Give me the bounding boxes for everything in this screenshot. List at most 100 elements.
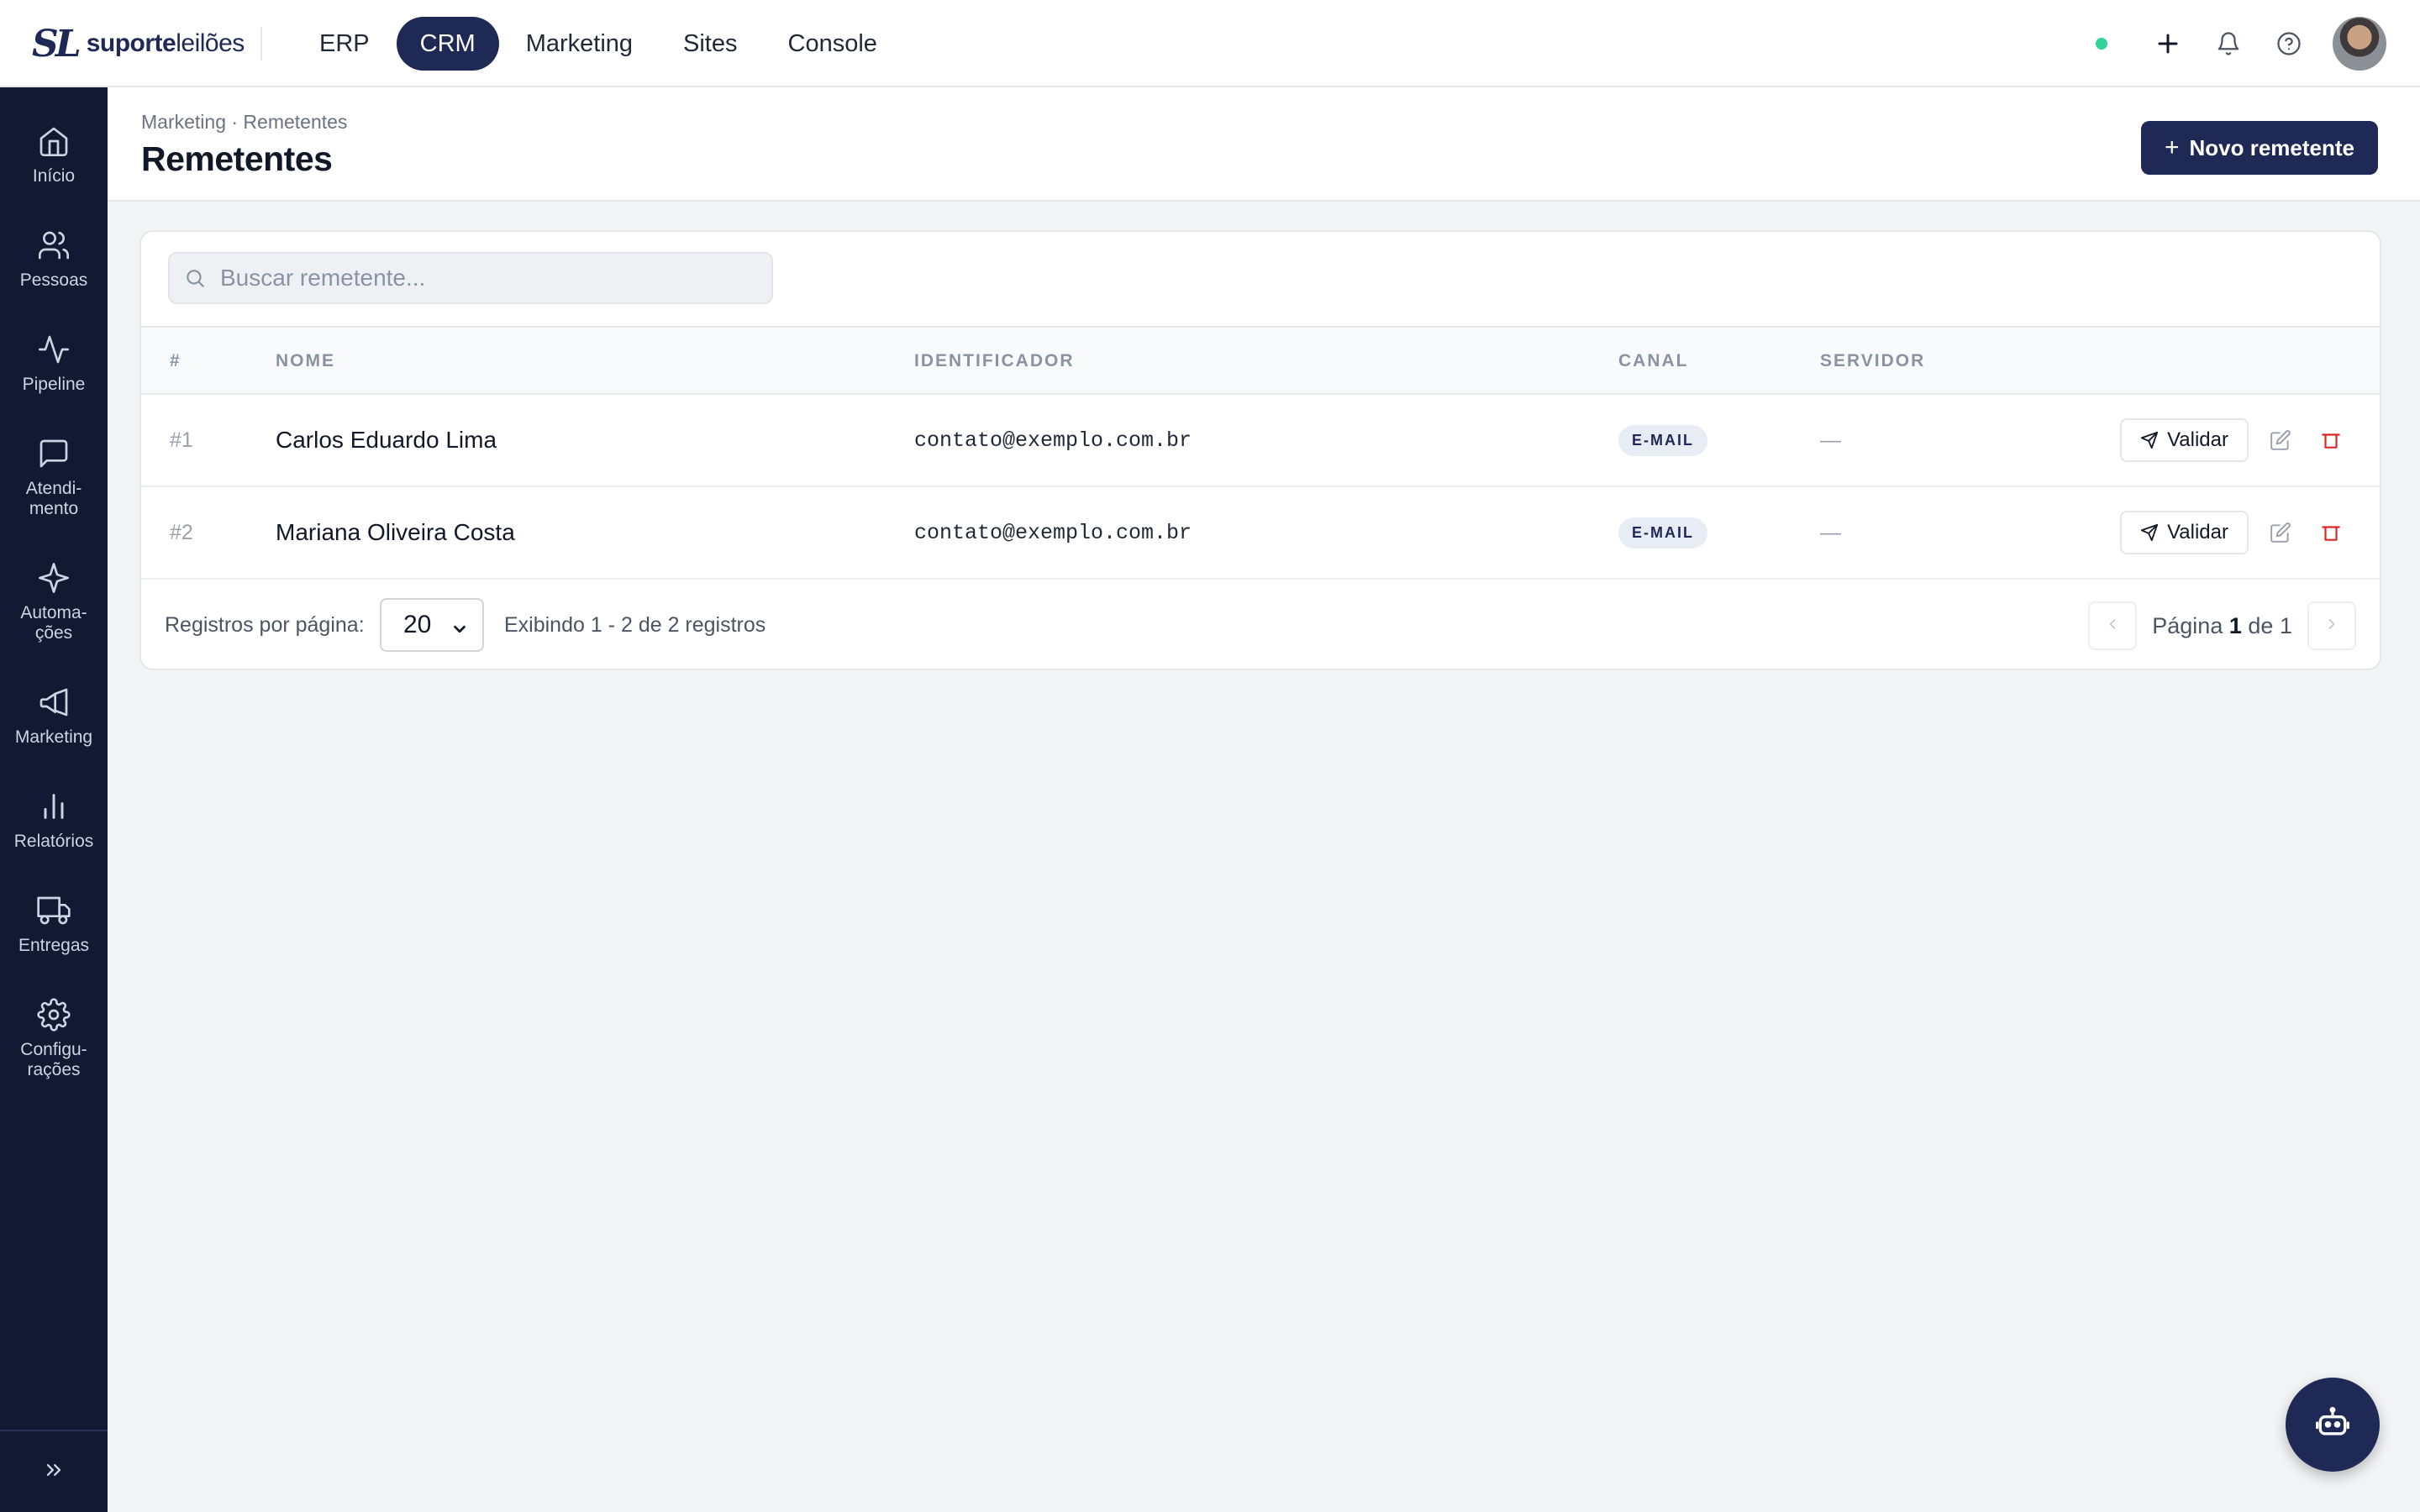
per-page-value: 20 [403,611,432,638]
top-bar: SL suporteleilões ERP CRM Marketing Site… [0,0,2420,87]
avatar[interactable] [2333,17,2386,71]
col-header-servidor: SERVIDOR [1820,351,1926,370]
search-input[interactable] [220,265,758,291]
sparkle-icon [35,559,72,596]
tab-console[interactable]: Console [765,17,901,71]
table-footer: Registros por página: 20 Exibindo 1 - 2 … [141,580,2380,669]
search-box [168,252,773,304]
sidebar-collapse-button[interactable] [0,1430,108,1512]
plus-icon: + [2164,134,2180,161]
assistant-button[interactable] [2286,1378,2380,1472]
new-sender-button[interactable]: + Novo remetente [2140,121,2378,175]
sidebar-item-label: Marketing [14,727,93,747]
logo[interactable]: SL suporteleilões [32,22,245,66]
sidebar-item-label: Configu- rações [20,1040,87,1079]
tab-marketing[interactable]: Marketing [502,17,656,71]
bell-icon[interactable] [2212,27,2245,60]
validate-button[interactable]: Validar [2120,511,2249,554]
edit-icon[interactable] [2267,519,2294,546]
sidebar-item-atendimento[interactable]: Atendi- mento [0,435,108,519]
row-name: Mariana Oliveira Costa [276,519,515,545]
tab-sites[interactable]: Sites [660,17,760,71]
validate-label: Validar [2167,428,2228,451]
row-server: — [1820,428,1841,452]
edit-icon[interactable] [2267,427,2294,454]
sidebar-item-label: Automa- ções [20,603,87,643]
sidebar-item-pessoas[interactable]: Pessoas [0,227,108,291]
records-summary: Exibindo 1 - 2 de 2 registros [504,613,766,637]
activity-icon [35,331,72,368]
help-icon[interactable] [2272,27,2306,60]
prev-page-button[interactable] [2088,601,2138,650]
sidebar-item-inicio[interactable]: Início [0,123,108,186]
logo-text: suporteleilões [86,29,245,57]
send-icon [2140,523,2159,542]
sidebar-item-label: Pipeline [22,375,86,394]
tab-crm[interactable]: CRM [396,17,499,71]
sidebar-item-label: Relatórios [13,832,94,851]
megaphone-icon [35,684,72,721]
row-identifier: contato@exemplo.com.br [914,428,1192,453]
channel-badge: E-MAIL [1618,424,1707,456]
sidebar-item-label: Início [32,166,76,186]
col-header-id: # [170,351,182,370]
channel-badge: E-MAIL [1618,517,1707,549]
delete-icon[interactable] [2317,427,2344,454]
pagination: Página 1 de 1 [2088,601,2356,650]
table-header: # NOME IDENTIFICADOR CANAL SERVIDOR [141,326,2380,395]
table-row: #2 Mariana Oliveira Costa contato@exempl… [141,487,2380,580]
chevrons-right-icon [42,1458,66,1486]
col-header-canal: CANAL [1618,351,1689,370]
validate-button[interactable]: Validar [2120,418,2249,462]
search-icon [170,267,220,289]
top-right-actions [2096,17,2386,71]
gear-icon [35,996,72,1033]
sidebar-item-pipeline[interactable]: Pipeline [0,331,108,395]
senders-card: # NOME IDENTIFICADOR CANAL SERVIDOR #1 C… [139,230,2381,670]
row-channel: E-MAIL [1618,395,1707,486]
row-id: #1 [170,428,193,452]
breadcrumb: Marketing · Remetentes [141,111,348,133]
sidebar-item-label: Pessoas [19,270,88,290]
page-indicator: Página 1 de 1 [2152,612,2292,638]
chevron-down-icon [450,617,469,645]
chevron-right-icon [2323,616,2340,637]
row-identifier: contato@exemplo.com.br [914,520,1192,545]
sidebar-item-label: Atendi- mento [25,479,82,518]
row-server: — [1820,520,1841,544]
page-title: Remetentes [141,139,333,178]
tab-erp[interactable]: ERP [296,17,393,71]
chat-icon [35,435,72,472]
sidebar-item-label: Entregas [18,936,90,955]
sidebar-item-configuracoes[interactable]: Configu- rações [0,996,108,1080]
table-row: #1 Carlos Eduardo Lima contato@exemplo.c… [141,395,2380,487]
row-channel: E-MAIL [1618,487,1707,578]
home-icon [35,123,72,160]
col-header-identificador: IDENTIFICADOR [914,351,1075,370]
sidebar: Início Pessoas Pipeline Atendi- mento Au… [0,87,108,1512]
bot-icon [2314,1404,2351,1446]
sidebar-item-relatorios[interactable]: Relatórios [0,788,108,852]
col-header-nome: NOME [276,351,335,370]
sidebar-item-marketing[interactable]: Marketing [0,684,108,748]
next-page-button[interactable] [2307,601,2356,650]
logo-divider [260,27,262,60]
truck-icon [35,892,72,929]
page-header: Marketing · Remetentes Remetentes + Novo… [108,87,2420,202]
status-indicator [2096,38,2107,50]
sidebar-item-entregas[interactable]: Entregas [0,892,108,956]
bar-chart-icon [35,788,72,825]
send-icon [2140,431,2159,449]
new-sender-label: Novo remetente [2189,134,2355,160]
top-nav: ERP CRM Marketing Sites Console [296,17,904,71]
logo-mark: SL [32,22,82,66]
plus-icon[interactable] [2151,27,2185,60]
row-id: #2 [170,520,193,544]
per-page-select[interactable]: 20 [380,598,484,652]
chevron-left-icon [2104,616,2121,637]
users-icon [35,227,72,264]
validate-label: Validar [2167,521,2228,543]
sidebar-item-automacoes[interactable]: Automa- ções [0,559,108,643]
per-page-label: Registros por página: [165,613,365,637]
delete-icon[interactable] [2317,519,2344,546]
